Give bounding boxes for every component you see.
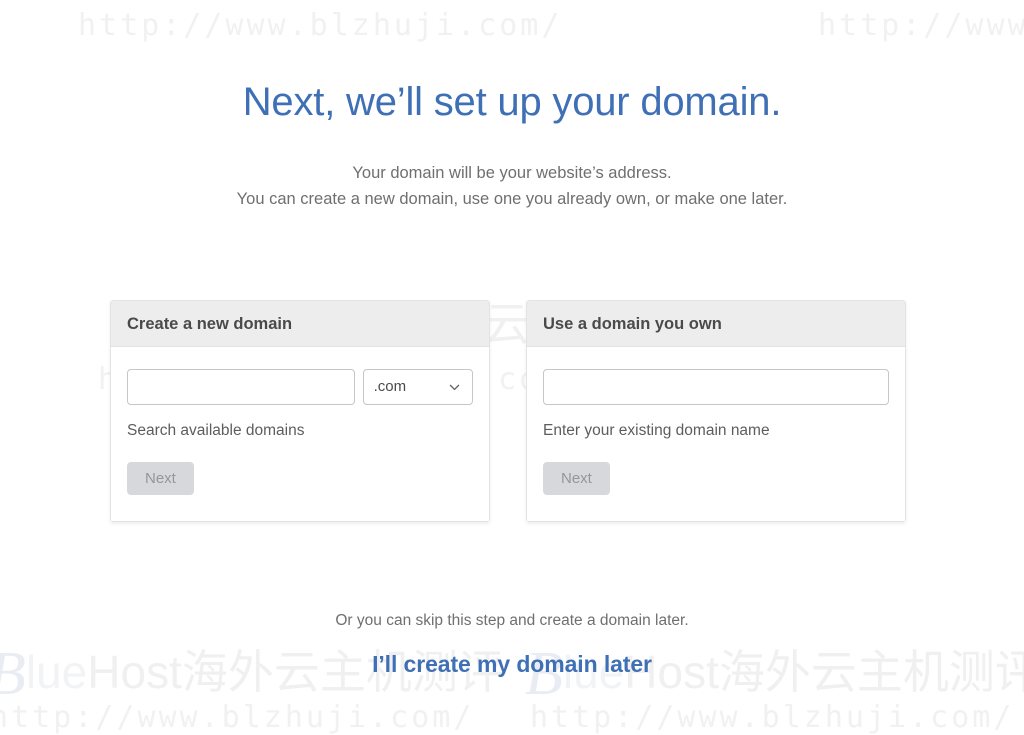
existing-domain-input[interactable] (543, 368, 889, 405)
create-domain-title: Create a new domain (127, 315, 293, 333)
domain-setup-page: Next, we’ll set up your domain. Your dom… (0, 0, 1024, 735)
own-domain-card: Use a domain you own Enter your existing… (526, 300, 906, 523)
own-domain-helper-text: Enter your existing domain name (543, 421, 770, 439)
domain-options: Create a new domain .com Search availabl… (110, 300, 906, 523)
create-domain-field-row: .com (127, 368, 473, 405)
create-domain-card: Create a new domain .com Search availabl… (110, 300, 490, 523)
subtitle-line-2: You can create a new domain, use one you… (236, 190, 788, 208)
own-domain-next-button[interactable]: Next (543, 462, 610, 496)
own-domain-card-header: Use a domain you own (527, 301, 905, 347)
chevron-down-icon (448, 380, 461, 393)
own-domain-title: Use a domain you own (543, 315, 722, 333)
subtitle-line-1: Your domain will be your website’s addre… (352, 164, 672, 182)
page-title: Next, we’ll set up your domain. (242, 80, 782, 124)
own-domain-card-body: Enter your existing domain name Next (527, 346, 905, 522)
skip-description: Or you can skip this step and create a d… (335, 612, 689, 629)
tld-select[interactable]: .com (362, 368, 473, 405)
create-domain-helper-text: Search available domains (127, 421, 305, 439)
tld-select-value: .com (373, 378, 407, 395)
create-domain-card-body: .com Search available domains Next (111, 346, 489, 522)
create-domain-card-header: Create a new domain (111, 301, 489, 347)
create-domain-next-button[interactable]: Next (127, 462, 194, 496)
skip-section: Or you can skip this step and create a d… (0, 612, 1024, 678)
page-subtitle: Your domain will be your website’s addre… (0, 125, 1024, 212)
new-domain-name-input[interactable] (127, 368, 355, 405)
create-domain-later-link[interactable]: I’ll create my domain later (372, 651, 652, 678)
